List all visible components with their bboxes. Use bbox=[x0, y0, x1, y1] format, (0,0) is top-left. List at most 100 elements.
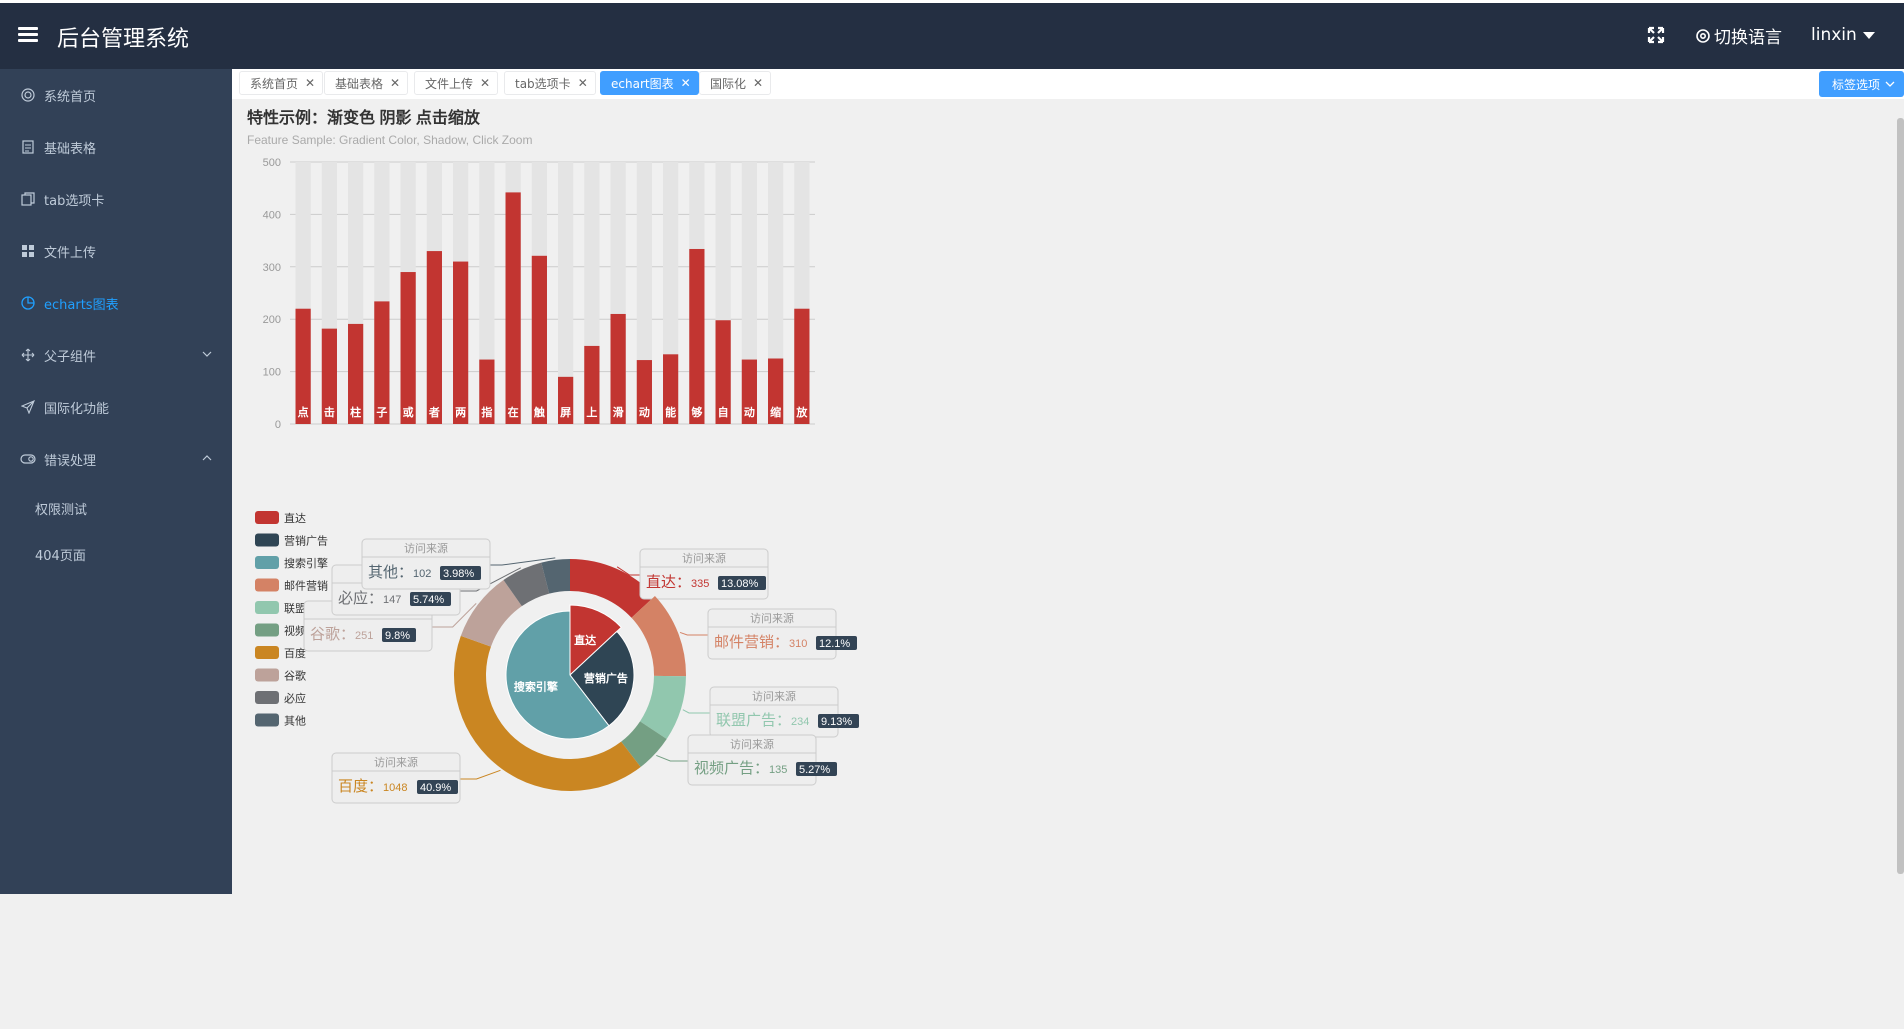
label-header: 访问来源 bbox=[750, 611, 794, 625]
bar-category-label: 屏 bbox=[560, 406, 571, 419]
bar bbox=[689, 248, 705, 424]
label-percent: 5.74% bbox=[413, 594, 444, 606]
bar-category-label: 柱 bbox=[350, 405, 361, 419]
bar-chart[interactable]: 特性示例：渐变色 阴影 点击缩放 Feature Sample: Gradient… bbox=[232, 99, 872, 439]
main-content: 特性示例：渐变色 阴影 点击缩放 Feature Sample: Gradient… bbox=[232, 99, 1904, 894]
legend-label: 搜索引擎 bbox=[284, 556, 328, 570]
sidebar-subitem-permission[interactable]: 权限测试 bbox=[0, 485, 232, 531]
legend-swatch bbox=[255, 556, 279, 569]
close-icon[interactable]: ✕ bbox=[480, 76, 490, 90]
label-value: 135 bbox=[769, 764, 787, 776]
tags-bar: 系统首页 ✕ 基础表格 ✕ 文件上传 ✕ tab选项卡 ✕ echart图表 ✕ 国际化 ✕ bbox=[232, 69, 1904, 99]
tag-home[interactable]: 系统首页 ✕ bbox=[239, 71, 324, 95]
y-tick-label: 0 bbox=[275, 419, 281, 431]
chart-title: 特性示例：渐变色 阴影 点击缩放 bbox=[247, 108, 481, 127]
close-icon[interactable]: ✕ bbox=[681, 76, 691, 90]
legend-label: 直达 bbox=[284, 511, 306, 525]
sidebar-item-tabs[interactable]: tab选项卡 bbox=[0, 173, 232, 225]
username: linxin bbox=[1811, 25, 1857, 45]
bar-category-label: 上 bbox=[586, 405, 597, 419]
tag-i18n[interactable]: 国际化 ✕ bbox=[699, 71, 772, 95]
pie-slice-label: 直达 bbox=[574, 633, 596, 647]
label-name: 视频广告： bbox=[694, 760, 769, 777]
tag-label: 系统首页 bbox=[250, 76, 299, 91]
sidebar-item-home[interactable]: 系统首页 bbox=[0, 69, 232, 121]
label-name: 谷歌： bbox=[310, 626, 355, 643]
app-title: 后台管理系统 bbox=[57, 27, 190, 52]
tag-echarts[interactable]: echart图表 ✕ bbox=[600, 71, 699, 95]
sidebar-subitem-404[interactable]: 404页面 bbox=[0, 531, 232, 577]
label-value: 310 bbox=[789, 638, 807, 650]
donut-label: 访问来源百度： 1048 40.9% bbox=[331, 752, 461, 804]
label-percent: 13.08% bbox=[721, 578, 759, 590]
tag-label: 国际化 bbox=[710, 76, 747, 91]
close-icon[interactable]: ✕ bbox=[305, 76, 315, 90]
move-icon bbox=[20, 347, 36, 363]
sidebar-item-i18n[interactable]: 国际化功能 bbox=[0, 381, 232, 433]
legend-label: 邮件营销 bbox=[284, 579, 328, 593]
y-tick-label: 100 bbox=[263, 367, 281, 379]
chevron-down-icon bbox=[202, 348, 212, 363]
tag-options-button[interactable]: 标签选项 bbox=[1819, 71, 1904, 97]
legend-label: 百度 bbox=[284, 646, 306, 660]
pie-chart-icon bbox=[20, 295, 36, 311]
close-icon[interactable]: ✕ bbox=[390, 76, 400, 90]
settings-icon bbox=[1696, 28, 1710, 43]
tag-upload[interactable]: 文件上传 ✕ bbox=[414, 71, 499, 95]
sidebar-item-echarts[interactable]: echarts图表 bbox=[0, 277, 232, 329]
bar bbox=[505, 192, 521, 424]
bar bbox=[426, 251, 442, 424]
bar-category-label: 在 bbox=[508, 405, 519, 419]
close-icon[interactable]: ✕ bbox=[753, 76, 763, 90]
sidebar-item-label: echarts图表 bbox=[44, 297, 119, 313]
bar-category-label: 缩 bbox=[770, 405, 781, 419]
label-value: 234 bbox=[791, 716, 809, 728]
legend-swatch bbox=[255, 668, 279, 682]
bar bbox=[453, 261, 469, 424]
label-percent: 3.98% bbox=[443, 568, 474, 580]
tag-basic-table[interactable]: 基础表格 ✕ bbox=[324, 71, 409, 95]
label-header: 访问来源 bbox=[682, 551, 726, 565]
label-percent: 5.27% bbox=[799, 764, 830, 776]
sidebar-item-parent-child[interactable]: 父子组件 bbox=[0, 329, 232, 381]
switch-language-label: 切换语言 bbox=[1714, 28, 1782, 48]
label-header: 访问来源 bbox=[404, 541, 448, 555]
legend-swatch bbox=[255, 601, 279, 614]
home-icon bbox=[20, 87, 36, 103]
scrollbar[interactable] bbox=[1897, 118, 1904, 874]
label-percent: 9.13% bbox=[821, 716, 852, 728]
sidebar-item-upload[interactable]: 文件上传 bbox=[0, 225, 232, 277]
tag-label: 文件上传 bbox=[425, 76, 474, 91]
sidebar-item-label: 系统首页 bbox=[44, 89, 97, 105]
donut-label: 访问来源视频广告： 135 5.27% bbox=[687, 734, 837, 786]
tag-tabs[interactable]: tab选项卡 ✕ bbox=[504, 71, 596, 95]
label-header: 访问来源 bbox=[752, 689, 796, 703]
y-tick-label: 400 bbox=[263, 209, 281, 221]
sidebar-item-label: 国际化功能 bbox=[44, 401, 110, 417]
bar-category-label: 够 bbox=[690, 405, 702, 419]
sidebar-item-error-handling[interactable]: 错误处理 bbox=[0, 433, 232, 485]
label-value: 102 bbox=[413, 568, 431, 580]
sidebar: 系统首页 基础表格 tab选项卡 文件上传 echarts图表 父子组件 国际化… bbox=[0, 69, 232, 894]
pie-chart[interactable]: 直达营销广告搜索引擎邮件营销联盟广告视频广告百度谷歌必应其他直达营销广告搜索引擎… bbox=[232, 469, 872, 1029]
sidebar-item-basic-table[interactable]: 基础表格 bbox=[0, 121, 232, 173]
label-name: 联盟广告： bbox=[716, 712, 791, 729]
legend-swatch bbox=[255, 578, 279, 592]
legend-swatch bbox=[255, 533, 279, 547]
pie-slice-label: 搜索引擎 bbox=[514, 680, 558, 694]
label-name: 必应： bbox=[338, 589, 383, 607]
bar-category-label: 能 bbox=[665, 405, 676, 419]
fullscreen-icon[interactable] bbox=[1647, 26, 1667, 46]
legend-label: 营销广告 bbox=[284, 534, 328, 548]
bar-category-label: 子 bbox=[376, 406, 387, 419]
donut-label: 访问来源邮件营销： 310 12.1% bbox=[707, 608, 857, 660]
sidebar-item-label: 父子组件 bbox=[44, 349, 97, 365]
user-menu[interactable]: linxin bbox=[1811, 25, 1875, 45]
collapse-menu-icon[interactable] bbox=[18, 27, 38, 45]
sidebar-subitem-label: 404页面 bbox=[35, 548, 86, 564]
y-tick-label: 500 bbox=[263, 157, 281, 169]
donut-label: 访问来源联盟广告： 234 9.13% bbox=[709, 686, 859, 738]
switch-language-button[interactable]: 切换语言 bbox=[1695, 23, 1782, 48]
close-icon[interactable]: ✕ bbox=[578, 76, 588, 90]
bar-category-label: 指 bbox=[481, 405, 492, 419]
